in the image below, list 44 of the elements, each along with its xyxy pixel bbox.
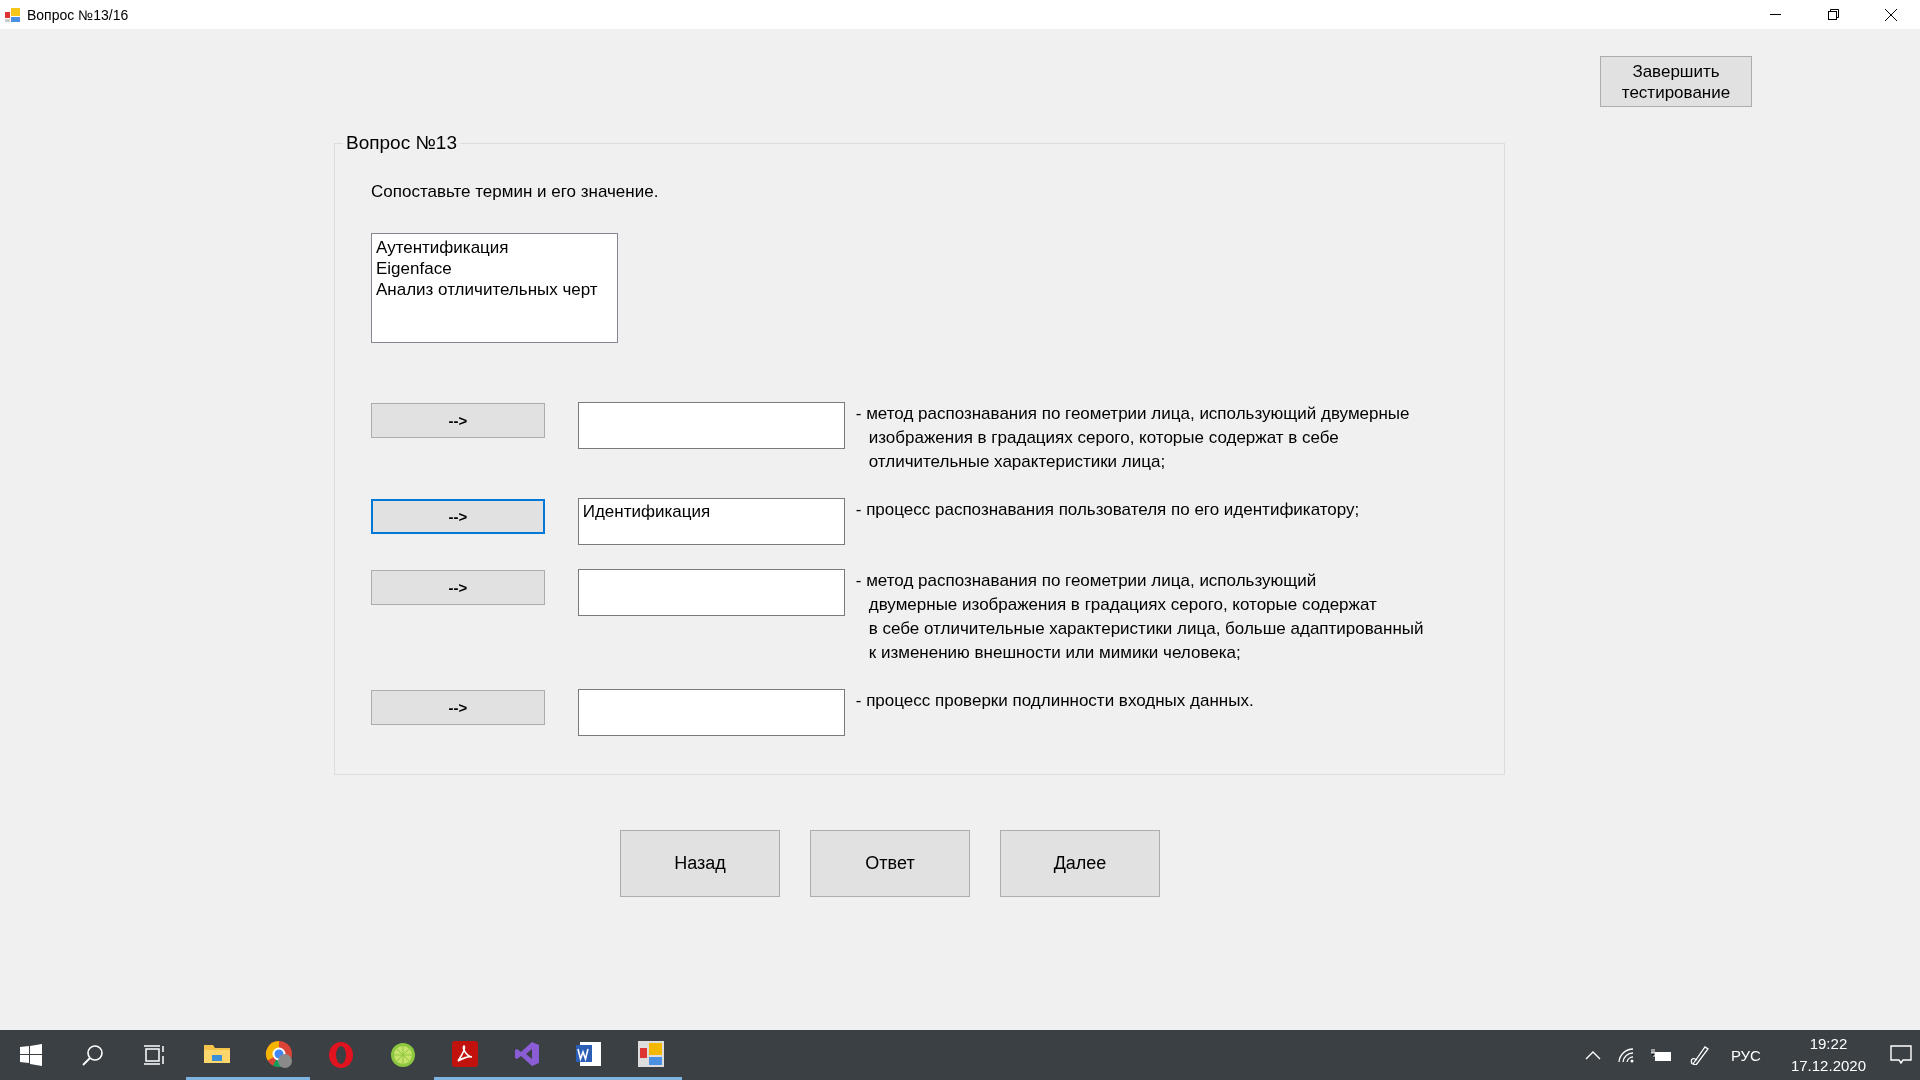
windows-logo-icon bbox=[20, 1044, 42, 1066]
battery-icon bbox=[1650, 1048, 1673, 1062]
terms-list[interactable]: Аутентификация Eigenface Анализ отличительных черт bbox=[371, 233, 618, 343]
restore-icon bbox=[1827, 9, 1839, 20]
answer-field[interactable] bbox=[577, 689, 845, 736]
app-icon bbox=[5, 6, 21, 23]
search-icon bbox=[82, 1044, 104, 1066]
answer-field[interactable] bbox=[577, 569, 845, 616]
instruction-text: Сопоставьте термин и его значение. bbox=[371, 182, 660, 202]
arrow-button[interactable]: --> bbox=[371, 403, 545, 438]
answer-field[interactable]: Идентификация bbox=[577, 498, 845, 545]
chevron-up-icon bbox=[1584, 1050, 1601, 1060]
next-button[interactable]: Далее bbox=[1000, 830, 1160, 897]
browser-icon bbox=[265, 1039, 293, 1068]
notification-icon bbox=[1890, 1045, 1912, 1065]
list-item[interactable]: Eigenface bbox=[376, 258, 613, 279]
wifi-icon bbox=[1616, 1047, 1635, 1063]
definition-text: - процесс распознавания пользователя по его идентификатору; bbox=[855, 499, 1361, 521]
close-icon bbox=[1885, 8, 1897, 21]
infinity-ribbon-icon bbox=[513, 1039, 541, 1068]
pdf-icon bbox=[451, 1039, 479, 1068]
list-item[interactable]: Аутентификация bbox=[376, 237, 613, 258]
task-view-icon bbox=[144, 1044, 166, 1066]
back-button[interactable]: Назад bbox=[620, 830, 780, 897]
finish-test-button[interactable]: Завершить тестирование bbox=[1600, 56, 1752, 107]
answer-button[interactable]: Ответ bbox=[810, 830, 970, 897]
document-w-icon bbox=[575, 1039, 603, 1068]
opera-o-icon bbox=[327, 1041, 355, 1069]
list-item[interactable]: Анализ отличительных черт bbox=[376, 279, 613, 300]
clock[interactable]: 19:22 17.12.2020 bbox=[1790, 1033, 1866, 1077]
definition-text: - метод распознавания по геометрии лица, использующий двумерные изображения в градациях серого, которые содержат в себе отличительные характеристики лица; bbox=[855, 403, 1411, 473]
colored-tiles-icon bbox=[637, 1039, 665, 1068]
definition-text: - метод распознавания по геометрии лица, использующий двумерные изображения в градациях серого, которые содержат в себе отличительные характеристики лица, больше адаптированный к изменению внешности или мимики человека; bbox=[855, 570, 1425, 664]
answer-field[interactable] bbox=[577, 402, 845, 449]
arrow-button[interactable]: --> bbox=[371, 499, 545, 534]
lime-icon bbox=[389, 1041, 417, 1069]
arrow-button[interactable]: --> bbox=[371, 570, 545, 605]
clock-time: 19:22 bbox=[1809, 1034, 1848, 1054]
definition-text: - процесс проверки подлинности входных данных. bbox=[855, 690, 1255, 712]
arrow-button[interactable]: --> bbox=[371, 690, 545, 725]
clock-date: 17.12.2020 bbox=[1790, 1056, 1866, 1076]
window-title: Вопрос №13/16 bbox=[27, 6, 130, 23]
language-indicator[interactable]: РУС bbox=[1730, 1046, 1761, 1064]
pen-icon bbox=[1688, 1045, 1709, 1065]
